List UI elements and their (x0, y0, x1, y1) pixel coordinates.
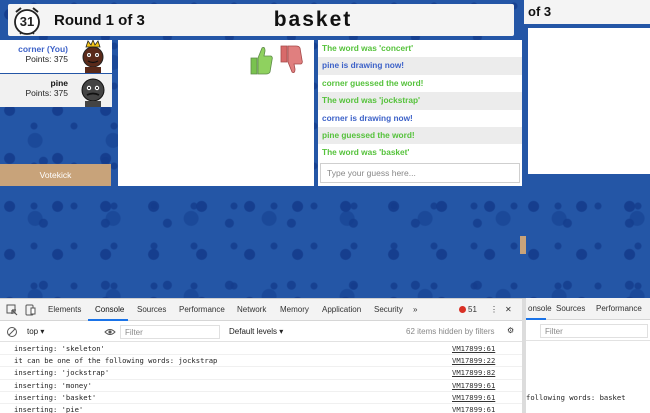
log-entry: inserting: 'money' VM17899:61 (0, 380, 522, 392)
console-filter-input[interactable] (540, 324, 648, 338)
log-text: it can be one of the following words: jo… (14, 356, 218, 366)
tab-console[interactable]: Console (95, 305, 124, 314)
player-name: pine (50, 78, 68, 88)
log-entry: inserting: 'jockstrap' VM17899:82 (0, 367, 522, 380)
eye-icon[interactable] (104, 326, 116, 338)
tab-sources[interactable]: Sources (556, 304, 585, 313)
log-source-link[interactable]: VM17899:82 (452, 368, 495, 377)
console-filter-input[interactable] (120, 325, 220, 339)
clear-console-icon[interactable] (6, 326, 18, 338)
chat-panel: The word was 'concert' pine is drawing n… (318, 40, 522, 186)
right-drawing-canvas[interactable] (528, 28, 650, 174)
log-text: inserting: 'pie' (14, 404, 84, 413)
log-entry: inserting: 'pie' VM17899:61 (0, 404, 522, 413)
log-text: inserting: 'money' (14, 380, 92, 390)
thumbs-down-icon[interactable] (278, 44, 304, 76)
tab-performance[interactable]: Performance (179, 305, 225, 314)
player-row[interactable]: corner (You) Points: 375 (0, 38, 112, 73)
timer-clock: 31 (12, 6, 42, 36)
log-text: inserting: 'basket' (14, 392, 97, 402)
right-window-header: of 3 (524, 0, 650, 24)
error-count-badge[interactable]: 51 (459, 305, 477, 314)
tab-elements[interactable]: Elements (48, 305, 81, 314)
tab-memory[interactable]: Memory (280, 305, 309, 314)
current-word: basket (273, 8, 353, 31)
chat-message: pine guessed the word! (318, 126, 522, 145)
console-filter-bar: top ▾ Default levels ▾ 62 items hidden b… (0, 322, 522, 342)
log-text: inserting: 'jockstrap' (14, 368, 110, 378)
chat-message: The word was 'concert' (322, 43, 414, 53)
player-list: corner (You) Points: 375 pine Points: 37… (0, 38, 112, 108)
log-levels-select[interactable]: Default levels ▾ (229, 327, 283, 336)
inspect-element-icon[interactable] (6, 304, 18, 316)
dropdown-arrow-icon: ▾ (279, 327, 284, 336)
player-name: corner (You) (18, 44, 68, 54)
log-entry: inserting: 'basket' VM17899:61 (0, 392, 522, 404)
log-text: inserting: 'skeleton' (14, 344, 105, 353)
context-value: top (27, 327, 39, 336)
avatar (76, 74, 110, 107)
player-row[interactable]: pine Points: 375 (0, 74, 112, 107)
close-icon[interactable]: ✕ (505, 305, 512, 314)
chat-message: pine is drawing now! (318, 57, 522, 75)
game-header: 31 Round 1 of 3 basket (8, 4, 514, 36)
timer-value: 31 (19, 14, 35, 29)
right-console-filter-bar (526, 321, 650, 341)
round-indicator-partial: of 3 (528, 4, 552, 19)
tab-sources[interactable]: Sources (137, 305, 166, 314)
round-indicator: Round 1 of 3 (54, 12, 145, 29)
avatar (76, 38, 110, 73)
chat-message: The word was 'basket' (322, 147, 410, 158)
device-toolbar-icon[interactable] (24, 304, 36, 316)
chat-message: corner is drawing now! (322, 112, 413, 123)
log-source-link[interactable]: VM17899:61 (452, 344, 495, 353)
tab-security[interactable]: Security (374, 305, 403, 314)
right-log-entry: following words: basket (526, 393, 626, 402)
hidden-items-count: 62 items hidden by filters (406, 327, 495, 336)
avatar-with-crown-icon (82, 38, 104, 73)
active-tab-indicator (88, 319, 128, 321)
guess-input[interactable] (320, 163, 520, 183)
chat-message: The word was 'jockstrap' (318, 92, 522, 110)
player-points: Points: 375 (25, 54, 68, 64)
error-icon (459, 306, 466, 313)
dropdown-arrow-icon: ▾ (40, 327, 45, 336)
log-source-link[interactable]: VM17899:61 (452, 381, 495, 390)
console-log: inserting: 'skeleton' VM17899:61 it can … (0, 343, 522, 413)
drawing-canvas[interactable] (118, 40, 314, 186)
log-entry: it can be one of the following words: jo… (0, 355, 522, 368)
log-entry: inserting: 'skeleton' VM17899:61 (0, 343, 522, 356)
more-tabs-button[interactable]: » (413, 305, 417, 314)
right-votekick-edge[interactable] (520, 236, 526, 254)
tab-application[interactable]: Application (322, 305, 361, 314)
tab-performance[interactable]: Performance (596, 304, 642, 313)
right-devtools-tabbar: onsole Sources Performance (526, 298, 650, 320)
thumbs-up-icon[interactable] (248, 44, 274, 76)
settings-gear-icon[interactable]: ⚙ (507, 326, 514, 335)
votekick-button[interactable]: Votekick (0, 164, 111, 186)
active-tab-indicator (526, 318, 546, 320)
log-levels-value: Default levels (229, 327, 278, 336)
kebab-menu-icon[interactable]: ⋮ (490, 305, 498, 314)
log-source-link[interactable]: VM17899:22 (452, 356, 495, 365)
devtools-tabbar: Elements Console Sources Performance Net… (0, 299, 522, 321)
avatar-icon (81, 78, 105, 107)
tab-network[interactable]: Network (237, 305, 266, 314)
log-source-link[interactable]: VM17899:61 (452, 405, 495, 413)
error-count: 51 (468, 305, 477, 314)
tab-console[interactable]: onsole (528, 304, 552, 313)
chat-message: corner guessed the word! (322, 77, 424, 88)
context-select[interactable]: top ▾ (27, 327, 44, 336)
player-points: Points: 375 (25, 88, 68, 98)
log-source-link[interactable]: VM17899:61 (452, 393, 495, 402)
